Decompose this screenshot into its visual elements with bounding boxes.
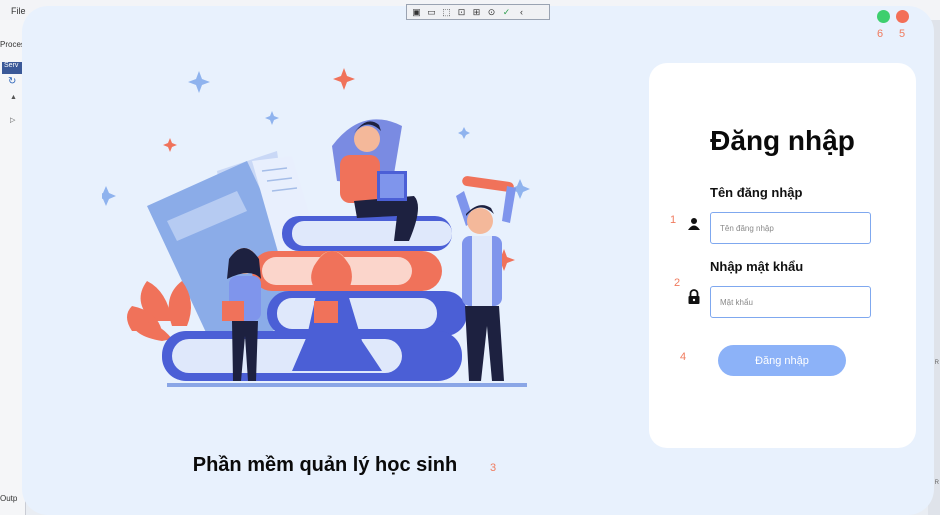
maximize-button[interactable] bbox=[877, 10, 890, 23]
debug-tool-frame-icon[interactable]: ⊡ bbox=[456, 7, 467, 18]
username-input[interactable] bbox=[710, 212, 871, 244]
login-card: Đăng nhập Tên đăng nhập 1 Nhập mật khẩu … bbox=[649, 63, 916, 448]
output-tab[interactable]: Outp bbox=[0, 494, 17, 503]
login-button[interactable]: Đăng nhập bbox=[718, 345, 846, 376]
right-marker: R bbox=[934, 360, 939, 366]
password-label: Nhập mật khẩu bbox=[710, 259, 804, 274]
lock-icon bbox=[688, 289, 700, 304]
debug-tool-layout-icon[interactable]: ⊞ bbox=[471, 7, 482, 18]
hint-number-3: 3 bbox=[490, 462, 497, 474]
app-window: 6 5 Phần mềm quản lý học sinh 3 Đăng nhậ… bbox=[22, 6, 934, 515]
students-books-illustration bbox=[102, 68, 530, 387]
hint-number-4: 4 bbox=[680, 351, 687, 363]
expand-icon[interactable]: ▷ bbox=[10, 116, 15, 124]
username-label: Tên đăng nhập bbox=[710, 185, 803, 200]
password-input[interactable] bbox=[710, 286, 871, 318]
debug-tool-target-icon[interactable]: ⊙ bbox=[486, 7, 497, 18]
right-marker: R bbox=[934, 480, 939, 486]
hint-number-2: 2 bbox=[674, 277, 681, 289]
hint-number-6: 6 bbox=[877, 28, 884, 40]
close-button[interactable] bbox=[896, 10, 909, 23]
hint-number-5: 5 bbox=[899, 28, 906, 40]
debug-toolbar: ▣ ▭ ⬚ ⊡ ⊞ ⊙ ✓ ‹ bbox=[406, 4, 550, 20]
debug-tool-select-icon[interactable]: ▣ bbox=[411, 7, 422, 18]
menu-file[interactable]: File bbox=[11, 6, 26, 16]
debug-tool-check-icon[interactable]: ✓ bbox=[501, 7, 512, 18]
login-title: Đăng nhập bbox=[710, 125, 855, 156]
debug-tool-collapse-icon[interactable]: ‹ bbox=[516, 7, 527, 17]
app-title: Phần mềm quản lý học sinh bbox=[192, 454, 458, 476]
student-standing bbox=[456, 176, 516, 381]
refresh-icon[interactable]: ↻ bbox=[8, 76, 16, 87]
user-icon bbox=[688, 218, 700, 230]
debug-tool-pointer-icon[interactable]: ⬚ bbox=[441, 7, 452, 18]
hint-number-1: 1 bbox=[670, 214, 677, 226]
debug-tool-video-icon[interactable]: ▭ bbox=[426, 7, 437, 18]
collapse-icon[interactable]: ▲ bbox=[10, 94, 17, 101]
